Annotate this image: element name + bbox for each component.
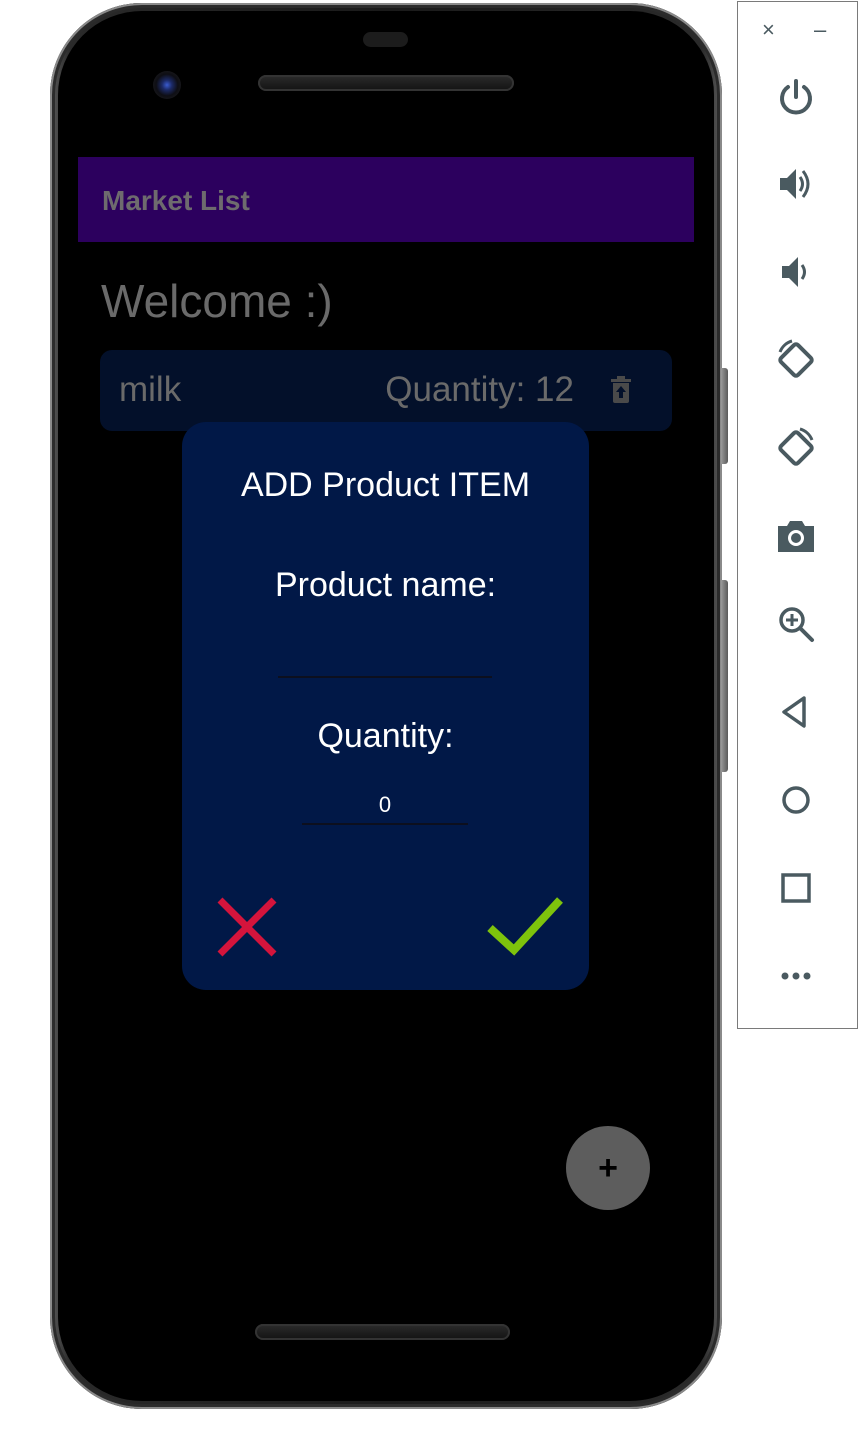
power-button[interactable]: [774, 75, 818, 119]
home-button[interactable]: [774, 778, 818, 822]
volume-down-button[interactable]: [774, 250, 818, 294]
product-name-label: Product name:: [274, 566, 497, 604]
screenshot-button[interactable]: [774, 514, 818, 558]
list-item[interactable]: milk Quantity: 12: [100, 350, 672, 431]
overview-button[interactable]: [774, 866, 818, 910]
earpiece: [363, 32, 408, 47]
emulator-window: Market List Welcome :) milk Quantity: 12…: [0, 0, 858, 1440]
rotate-right-icon: [778, 427, 814, 466]
bottom-speaker: [255, 1324, 510, 1340]
camera-icon: [778, 521, 814, 552]
phone-screen: Market List Welcome :) milk Quantity: 12…: [78, 157, 694, 1287]
close-icon[interactable]: [212, 892, 282, 962]
app-title: Market List: [102, 185, 250, 216]
quantity-input[interactable]: [302, 787, 468, 825]
volume-up-button[interactable]: [774, 162, 818, 206]
power-icon: [780, 79, 812, 115]
add-product-dialog: ADD Product ITEM Product name: Quantity:: [182, 422, 589, 990]
overview-icon: [781, 873, 811, 903]
product-name-input[interactable]: [278, 636, 492, 678]
welcome-heading: Welcome :): [101, 275, 333, 327]
more-button[interactable]: [774, 954, 818, 998]
back-icon: [782, 696, 806, 728]
top-speaker: [258, 75, 514, 91]
check-icon[interactable]: [484, 894, 564, 958]
rotate-left-icon: [778, 339, 814, 378]
delete-icon[interactable]: [610, 376, 632, 404]
close-window-button[interactable]: ×: [762, 16, 775, 44]
add-item-fab[interactable]: +: [566, 1126, 650, 1210]
home-icon: [782, 786, 810, 814]
front-camera: [153, 71, 181, 99]
app-bar: Market List: [78, 157, 694, 242]
dialog-title: ADD Product ITEM: [240, 466, 531, 504]
item-quantity: Quantity: 12: [385, 370, 574, 409]
rotate-right-button[interactable]: [774, 426, 818, 470]
power-side-button: [721, 368, 728, 464]
rotate-left-button[interactable]: [774, 338, 818, 382]
zoom-button[interactable]: [774, 602, 818, 646]
emulator-toolbar: × –: [737, 1, 858, 1029]
zoom-icon: [779, 607, 814, 642]
quantity-label: Quantity:: [317, 717, 454, 755]
more-icon: [781, 972, 811, 980]
volume-side-button: [721, 580, 728, 772]
back-button[interactable]: [774, 690, 818, 734]
volume-up-icon: [780, 169, 810, 199]
item-name: milk: [119, 370, 182, 409]
volume-down-icon: [782, 257, 806, 287]
minimize-window-button[interactable]: –: [814, 16, 826, 44]
